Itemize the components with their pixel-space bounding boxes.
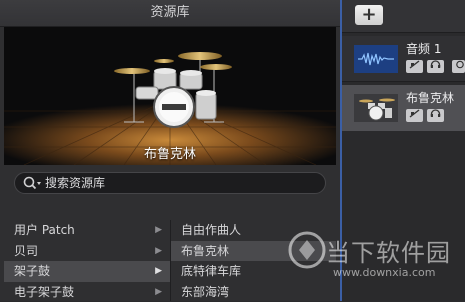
category-label: 电子架子鼓 — [14, 285, 74, 299]
patch-label: 东部海湾 — [181, 285, 229, 299]
solo-headphones-button[interactable] — [427, 60, 444, 73]
mute-icon — [409, 60, 420, 69]
patch-label: 底特律车库 — [181, 264, 241, 278]
search-icon[interactable] — [22, 175, 42, 191]
category-label: 用户 Patch — [14, 223, 75, 237]
patch-label: 自由作曲人 — [181, 223, 241, 237]
headphones-icon — [430, 60, 441, 69]
category-label: 架子鼓 — [14, 264, 50, 278]
preview-kit-name: 布鲁克林 — [4, 143, 336, 162]
category-item-user-patch[interactable]: 用户 Patch ▶ — [4, 220, 170, 241]
headphones-icon — [430, 109, 441, 118]
mute-button[interactable] — [406, 109, 423, 122]
patch-label: 布鲁克林 — [181, 244, 229, 258]
chevron-right-icon: ▶ — [155, 261, 162, 281]
category-item-bass[interactable]: 贝司 ▶ — [4, 241, 170, 262]
drum-kit-preview: 布鲁克林 — [4, 27, 336, 165]
category-item-electronic-drum-kit[interactable]: 电子架子鼓 ▶ — [4, 282, 170, 302]
watermark-text: 当下软件园 — [326, 233, 451, 268]
watermark-url: www.downxia.com — [333, 266, 435, 279]
track-audio-1[interactable]: 音频 1 — [342, 36, 465, 82]
tracks-header: + — [342, 0, 465, 33]
audio-waveform-icon — [354, 45, 398, 73]
track-brooklyn[interactable]: 布鲁克林 — [342, 85, 465, 131]
track-name: 音频 1 — [406, 40, 441, 57]
drum-kit-icon — [354, 94, 398, 122]
chevron-right-icon: ▶ — [155, 282, 162, 302]
track-name: 布鲁克林 — [406, 89, 454, 106]
solo-headphones-button[interactable] — [427, 109, 444, 122]
category-label: 贝司 — [14, 244, 38, 258]
library-title: 资源库 — [0, 0, 340, 27]
category-item-drum-kit[interactable]: 架子鼓 ▶ — [4, 261, 170, 282]
record-enable-button[interactable] — [452, 60, 465, 73]
mute-button[interactable] — [406, 60, 423, 73]
category-list: 用户 Patch ▶ 贝司 ▶ 架子鼓 ▶ 电子架子鼓 ▶ — [4, 220, 171, 301]
chevron-right-icon: ▶ — [155, 241, 162, 261]
search-input[interactable] — [45, 174, 315, 192]
chevron-right-icon: ▶ — [155, 220, 162, 240]
mute-icon — [409, 109, 420, 118]
input-monitor-icon — [454, 60, 464, 69]
library-search-field[interactable] — [14, 172, 326, 194]
add-track-button[interactable]: + — [355, 5, 383, 25]
